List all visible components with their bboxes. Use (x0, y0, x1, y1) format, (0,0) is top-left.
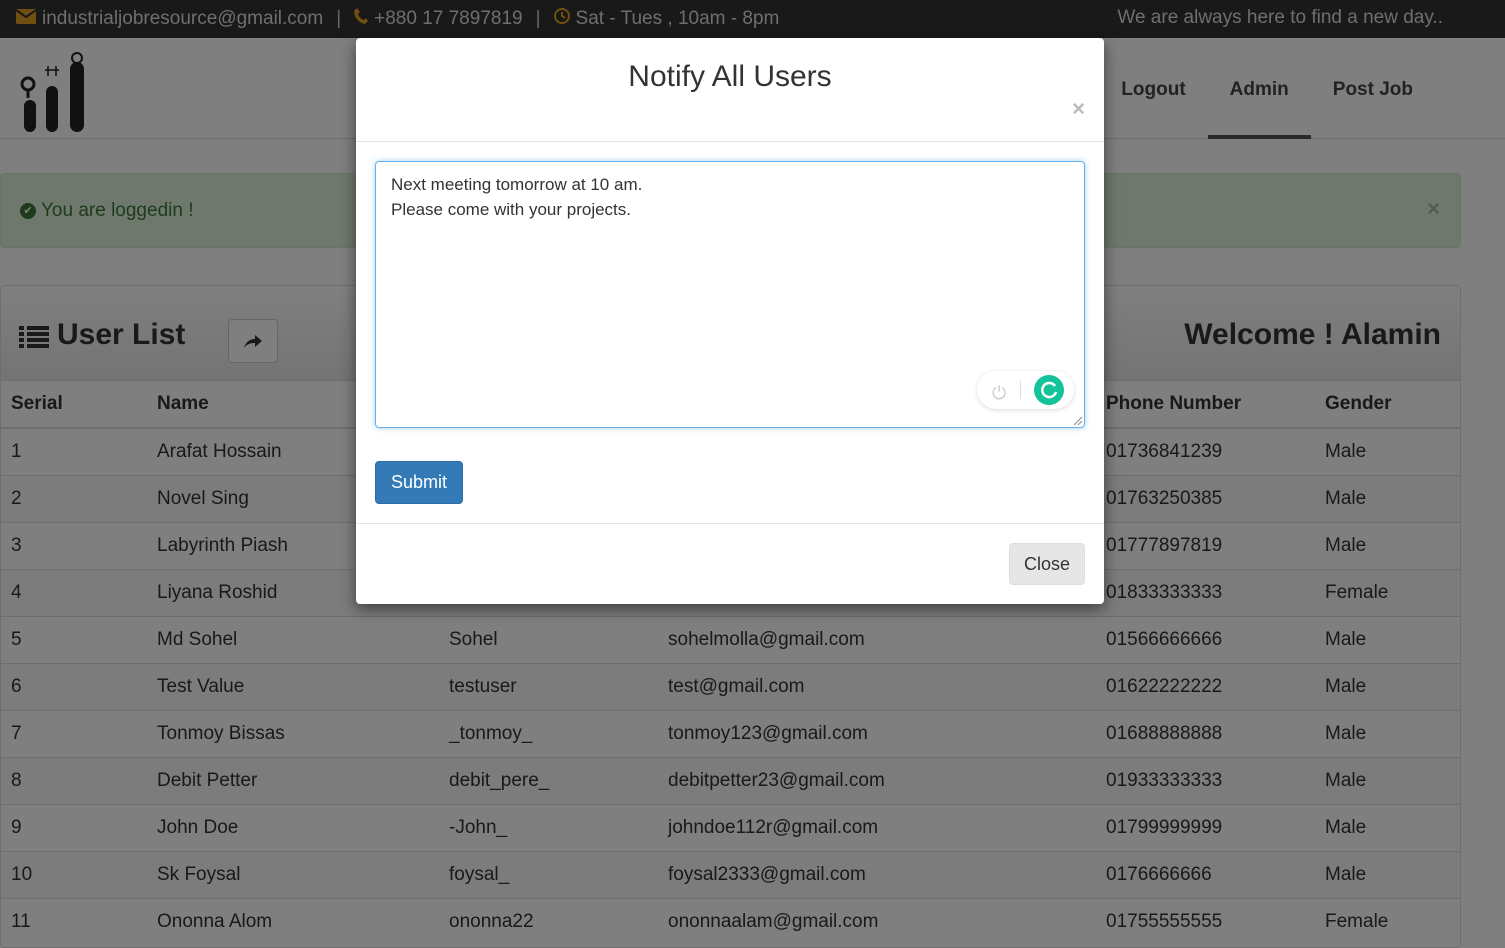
modal-close-icon[interactable]: × (1072, 96, 1085, 122)
notify-users-modal: Notify All Users × Next meeting tomorrow… (356, 38, 1104, 604)
notification-message-textarea[interactable]: Next meeting tomorrow at 10 am. Please c… (375, 161, 1085, 428)
message-line-2: Please come with your projects. (391, 200, 631, 219)
widget-divider (1020, 381, 1021, 399)
modal-title: Notify All Users (628, 60, 832, 93)
grammarly-widget[interactable]: ⏻ (977, 371, 1074, 409)
resize-handle-icon[interactable] (1072, 415, 1082, 425)
close-button[interactable]: Close (1009, 543, 1085, 585)
grammarly-icon[interactable] (1034, 375, 1064, 405)
submit-button[interactable]: Submit (375, 461, 463, 504)
power-icon[interactable]: ⏻ (992, 381, 1006, 406)
modal-footer: Close (356, 523, 1104, 604)
modal-body: Next meeting tomorrow at 10 am. Please c… (356, 142, 1104, 522)
message-line-1: Next meeting tomorrow at 10 am. (391, 175, 643, 194)
modal-header: Notify All Users × (356, 38, 1104, 142)
